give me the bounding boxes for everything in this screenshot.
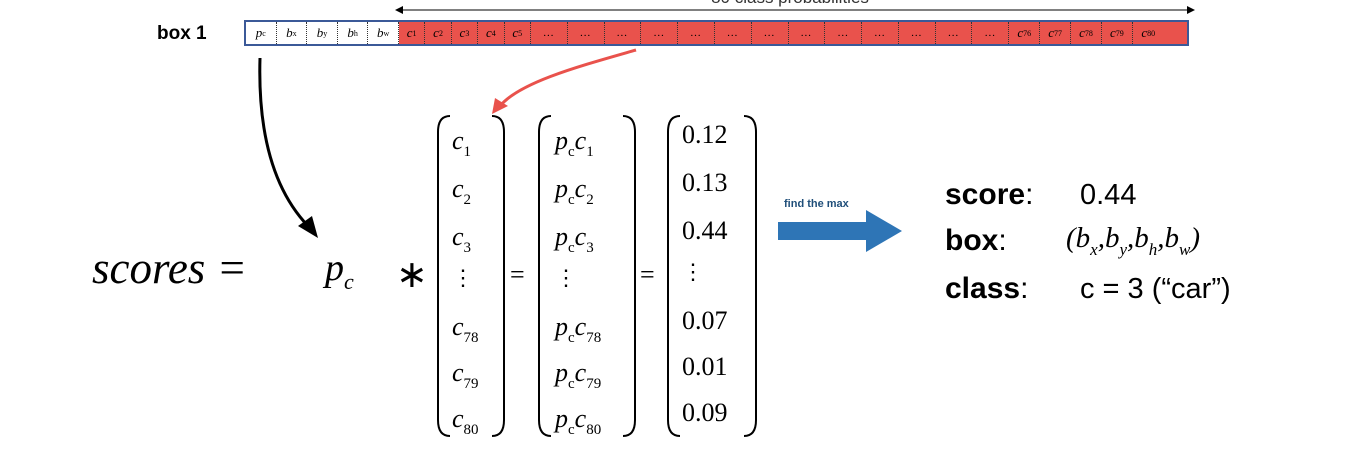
- score-value: 0.44: [1080, 179, 1137, 211]
- class-cell: c 78: [1071, 22, 1102, 44]
- class-probabilities-caption: 80 class probabilities: [620, 0, 960, 8]
- attribute-cell: bw: [368, 22, 399, 44]
- score-vector-entry: 0.44: [682, 216, 728, 245]
- class-cell: c2: [425, 22, 452, 44]
- score-vector-entry: ⋮: [682, 259, 704, 284]
- pc-pointer-arrow: [258, 57, 318, 238]
- class-result-label: class:: [945, 272, 1029, 305]
- score-vector-entry: 0.13: [682, 168, 728, 197]
- product-vector-entry: pcc3: [555, 222, 594, 256]
- ellipsis-cell: …: [862, 22, 899, 44]
- box-label: box 1: [157, 23, 207, 44]
- class-cell: c 76: [1009, 22, 1041, 44]
- class-vector-entry: c78: [452, 312, 479, 346]
- score-vector: 0.12 0.13 0.44 ⋮ 0.07 0.01 0.09: [666, 112, 758, 442]
- class-cell: c1: [398, 22, 426, 44]
- class-cell: c3: [451, 22, 479, 44]
- matrix-brackets: [667, 115, 757, 437]
- equals-sign-2: =: [640, 260, 655, 289]
- attribute-cell: by: [307, 22, 338, 44]
- class-result-value: c = 3 (“car”): [1080, 273, 1231, 305]
- equals-sign-1: =: [510, 260, 525, 289]
- class-cell: c5: [504, 22, 531, 44]
- ellipsis-cell: …: [678, 22, 715, 44]
- box-result-value: (bx,by,bh,bw): [1066, 222, 1201, 259]
- ellipsis-cell: …: [751, 22, 789, 44]
- class-vector-entry: c80: [452, 404, 479, 438]
- ellipsis-cell: …: [641, 22, 679, 44]
- attribute-cell: bh: [337, 22, 369, 44]
- class-vector: c1 c2 c3 ⋮ c78 c79 c80: [436, 112, 506, 442]
- scores-lhs: scores =: [92, 243, 247, 293]
- ellipsis-cell: …: [825, 22, 863, 44]
- product-vector: pcc1 pcc2 pcc3 ⋮ pcc78 pcc79 pcc80: [537, 112, 637, 442]
- multiply-symbol: ∗: [396, 254, 428, 296]
- product-vector-entry: ⋮: [555, 265, 577, 290]
- class-vector-entry: ⋮: [452, 265, 474, 290]
- ellipsis-cell: …: [788, 22, 826, 44]
- class-vector-entry: c79: [452, 358, 479, 392]
- find-max-arrow: [778, 210, 902, 252]
- class-cell: c 77: [1040, 22, 1072, 44]
- box-result-label: box:: [945, 224, 1007, 257]
- score-vector-entry: 0.01: [682, 352, 728, 381]
- ellipsis-cell: …: [935, 22, 973, 44]
- product-vector-entry: pcc78: [555, 312, 602, 346]
- product-vector-entry: pcc80: [555, 404, 602, 438]
- box-vector-strip: p c b x b y b h b w c 1 c 2 c 3 c 4 c 5………………………………… c 76 c 77 c…: [244, 20, 1189, 46]
- score-vector-entry: 0.12: [682, 120, 728, 149]
- class-vector-entry: c2: [452, 174, 472, 208]
- class-cell: c4: [478, 22, 505, 44]
- score-vector-entry: 0.07: [682, 306, 728, 335]
- score-label: score:: [945, 178, 1034, 211]
- class-cell: c 80: [1132, 22, 1164, 44]
- score-vector-entry: 0.09: [682, 398, 728, 427]
- product-vector-entry: pcc2: [555, 174, 594, 208]
- ellipsis-cell: …: [972, 22, 1010, 44]
- class-cell: c 79: [1101, 22, 1133, 44]
- ellipsis-cell: …: [530, 22, 568, 44]
- class-vector-entry: c1: [452, 126, 472, 160]
- ellipsis-cell: …: [567, 22, 605, 44]
- ellipsis-cell: …: [604, 22, 642, 44]
- class-vector-entry: c3: [452, 222, 472, 256]
- ellipsis-cell: …: [714, 22, 752, 44]
- product-vector-entry: pcc1: [555, 126, 594, 160]
- attribute-cell: pc: [246, 22, 277, 44]
- pc-symbol: pc: [325, 247, 354, 294]
- attribute-cell: bx: [276, 22, 308, 44]
- product-vector-entry: pcc79: [555, 358, 602, 392]
- ellipsis-cell: …: [898, 22, 936, 44]
